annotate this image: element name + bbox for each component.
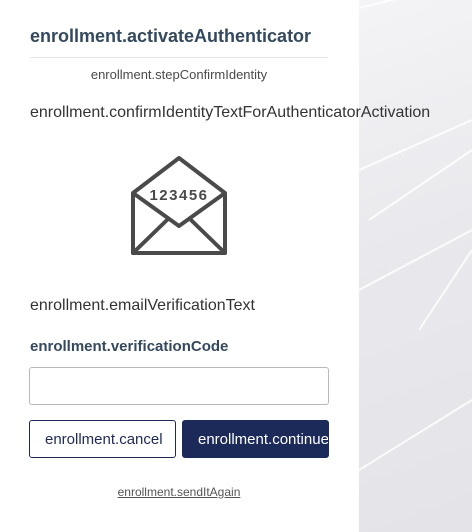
- email-verification-text: enrollment.emailVerificationText: [30, 297, 255, 314]
- cancel-button[interactable]: enrollment.cancel: [29, 420, 176, 458]
- confirm-identity-text: enrollment.confirmIdentityTextForAuthent…: [30, 104, 431, 121]
- open-envelope-icon: 123456: [131, 156, 227, 255]
- enrollment-card: enrollment.activateAuthenticator enrollm…: [0, 0, 430, 532]
- send-again-link[interactable]: enrollment.sendItAgain: [30, 485, 328, 499]
- page-title: enrollment.activateAuthenticator: [30, 26, 312, 46]
- background-panel: [359, 0, 472, 532]
- step-indicator: enrollment.stepConfirmIdentity: [90, 67, 268, 82]
- background-pattern: [359, 0, 472, 471]
- envelope-code: 123456: [149, 187, 208, 204]
- verification-code-input[interactable]: [29, 367, 329, 405]
- continue-button[interactable]: enrollment.continue: [182, 420, 329, 458]
- divider: [30, 57, 328, 58]
- verification-code-label: enrollment.verificationCode: [30, 338, 229, 355]
